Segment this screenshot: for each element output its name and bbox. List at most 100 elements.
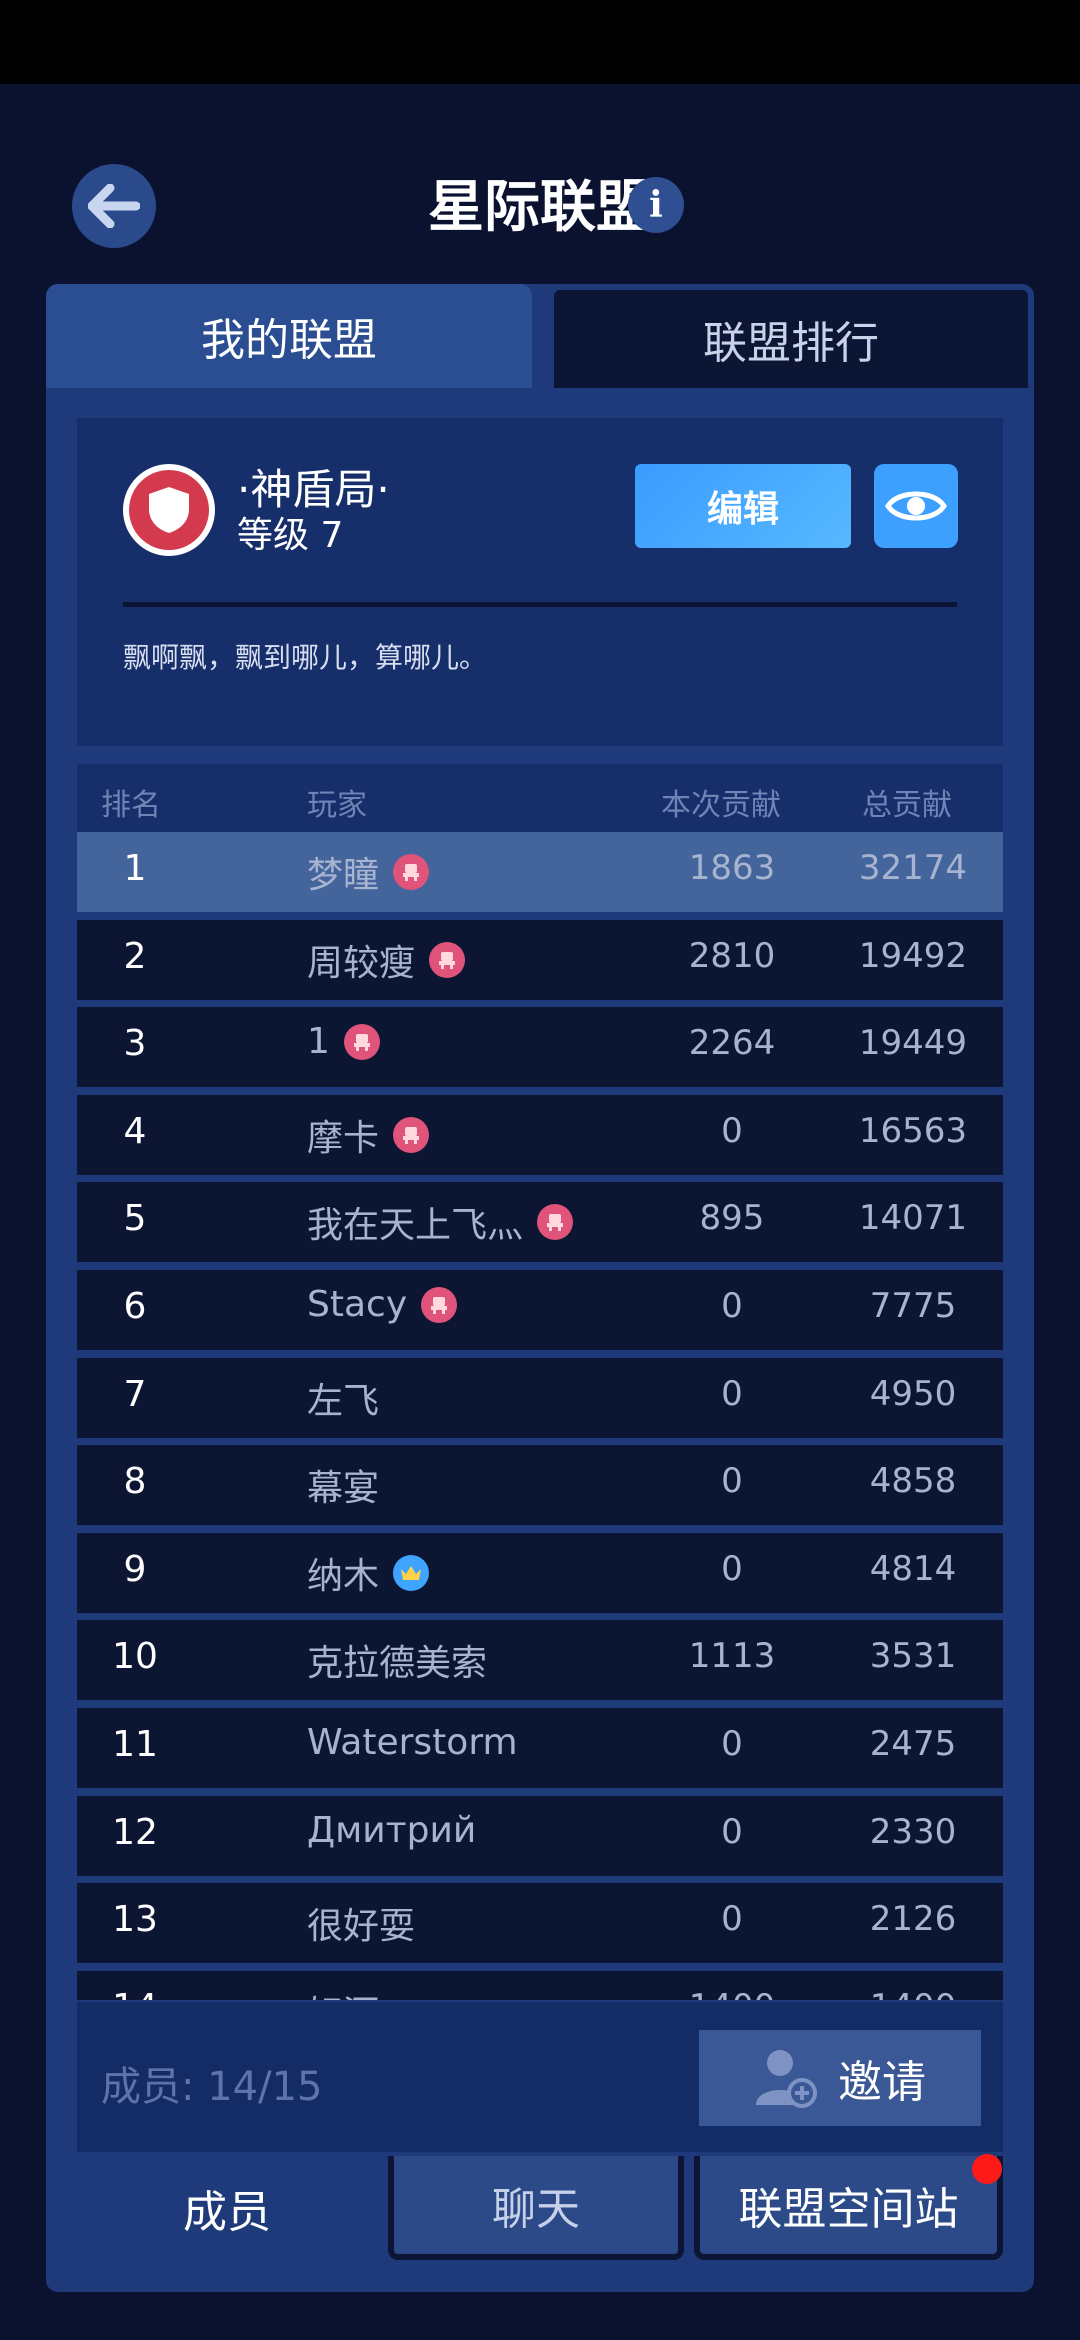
table-row[interactable]: 4 摩卡 0 16563 <box>77 1094 1003 1175</box>
row-player: 我在天上飞灬 <box>307 1196 574 1248</box>
row-rank: 6 <box>123 1286 147 1327</box>
row-rank: 7 <box>123 1373 147 1415</box>
player-name: 周较瘦 <box>307 942 416 984</box>
row-rank: 4 <box>123 1110 147 1152</box>
row-current-contribution: 2264 <box>688 1023 776 1064</box>
table-row[interactable]: 10 克拉德美索 1113 3531 <box>77 1620 1003 1701</box>
row-total-contribution: 14071 <box>858 1198 968 1239</box>
card-divider <box>123 602 957 607</box>
table-row[interactable]: 5 我在天上飞灬 895 14071 <box>77 1182 1003 1263</box>
table-row[interactable]: 11 Waterstorm 0 2475 <box>77 1708 1003 1788</box>
player-name: 我在天上飞灬 <box>307 1205 524 1247</box>
page-title: 星际联盟 <box>428 175 652 240</box>
row-total-contribution: 2475 <box>869 1724 957 1764</box>
table-row[interactable]: 12 Дмитрий 0 2330 <box>77 1795 1003 1876</box>
row-current-contribution: 0 <box>721 1899 743 1940</box>
player-name: Дмитрий <box>307 1809 477 1851</box>
table-row[interactable]: 2 周较瘦 2810 19492 <box>77 919 1003 1000</box>
tab-alliance-ranking[interactable]: 联盟排行 <box>548 284 1034 388</box>
row-rank: 13 <box>112 1899 158 1941</box>
player-name: 好酒 <box>307 1985 379 2000</box>
row-player: 左飞 <box>307 1372 379 1424</box>
header-rank: 排名 <box>101 788 161 823</box>
row-player: 摩卡 <box>307 1109 430 1161</box>
row-player: Stacy <box>307 1284 458 1325</box>
row-rank: 10 <box>112 1636 158 1678</box>
row-total-contribution: 19449 <box>858 1023 968 1064</box>
row-total-contribution: 4950 <box>869 1373 957 1414</box>
row-player: 幕宴 <box>307 1459 379 1511</box>
row-player: 周较瘦 <box>307 934 466 986</box>
member-list[interactable]: 1 梦瞳 1863 32174 2 周较瘦 2810 19492 3 1 2264 19449 4 摩卡 0… <box>77 832 1003 2000</box>
alliance-name: ·神盾局· <box>237 465 390 514</box>
header-current: 本次贡献 <box>661 788 781 823</box>
status-bar <box>0 0 1080 84</box>
header-player: 玩家 <box>307 788 367 823</box>
table-header: 排名 玩家 本次贡献 总贡献 <box>77 764 1003 832</box>
player-name: 纳木 <box>307 1555 380 1597</box>
table-row[interactable]: 9 纳木 0 4814 <box>77 1532 1003 1613</box>
tab-my-alliance[interactable]: 我的联盟 <box>46 284 532 388</box>
row-total-contribution: 7775 <box>869 1286 957 1326</box>
shield-icon <box>149 487 189 533</box>
footer-bar: 成员: 14/15 邀请 <box>77 2002 1003 2152</box>
edit-button[interactable]: 编辑 <box>635 464 851 548</box>
row-current-contribution: 0 <box>721 1373 743 1414</box>
player-name: 克拉德美索 <box>307 1643 488 1685</box>
player-name: Waterstorm <box>307 1722 518 1763</box>
table-row[interactable]: 14 好酒 1400 1400 <box>77 1970 1003 2000</box>
view-button[interactable] <box>874 464 958 548</box>
notification-dot <box>972 2154 1002 2184</box>
row-rank: 5 <box>123 1198 147 1240</box>
info-icon[interactable]: i <box>628 177 684 233</box>
eye-icon <box>885 491 947 521</box>
row-player: 1 <box>307 1021 380 1062</box>
header-total: 总贡献 <box>862 788 952 823</box>
row-total-contribution: 2330 <box>869 1811 957 1852</box>
tab-chat[interactable]: 聊天 <box>388 2156 684 2260</box>
table-row[interactable]: 1 梦瞳 1863 32174 <box>77 832 1003 912</box>
player-name: 梦瞳 <box>307 855 380 896</box>
tab-underlay <box>46 388 1034 418</box>
row-total-contribution: 19492 <box>858 935 968 976</box>
player-name: 左飞 <box>307 1380 380 1422</box>
row-player: 很好耍 <box>307 1897 415 1949</box>
elder-icon <box>393 1116 430 1153</box>
row-current-contribution: 0 <box>721 1548 743 1589</box>
elder-icon <box>537 1204 574 1241</box>
row-current-contribution: 0 <box>721 1286 743 1326</box>
row-current-contribution: 1113 <box>688 1636 776 1677</box>
row-current-contribution: 1400 <box>647 1987 817 2000</box>
row-total-contribution: 1400 <box>823 1987 1003 2000</box>
row-total-contribution: 2126 <box>869 1899 957 1940</box>
invite-button[interactable]: 邀请 <box>699 2030 981 2126</box>
invite-label: 邀请 <box>838 2057 926 2108</box>
row-total-contribution: 16563 <box>858 1110 968 1151</box>
table-row[interactable]: 13 很好耍 0 2126 <box>77 1883 1003 1964</box>
add-user-icon <box>756 2050 817 2108</box>
row-rank: 2 <box>123 935 147 977</box>
row-current-contribution: 1863 <box>688 848 776 888</box>
table-row[interactable]: 8 幕宴 0 4858 <box>77 1445 1003 1526</box>
row-current-contribution: 0 <box>721 1110 743 1151</box>
row-current-contribution: 0 <box>721 1461 743 1502</box>
row-player: Waterstorm <box>307 1722 518 1763</box>
tab-members[interactable]: 成员 <box>77 2156 377 2260</box>
row-total-contribution: 3531 <box>869 1636 957 1677</box>
row-total-contribution: 4858 <box>869 1461 957 1502</box>
table-row[interactable]: 6 Stacy 0 7775 <box>77 1270 1003 1350</box>
row-rank: 1 <box>123 848 147 889</box>
row-total-contribution: 4814 <box>869 1548 957 1589</box>
player-name: 很好耍 <box>307 1906 416 1948</box>
tab-space-station[interactable]: 联盟空间站 <box>694 2156 1003 2260</box>
row-rank: 14 <box>77 1987 193 2000</box>
table-row[interactable]: 7 左飞 0 4950 <box>77 1357 1003 1438</box>
player-name: 幕宴 <box>307 1468 380 1510</box>
crown-icon <box>393 1554 430 1591</box>
table-row[interactable]: 3 1 2264 19449 <box>77 1007 1003 1088</box>
alliance-card: ·神盾局· 等级 7 编辑 飘啊飘，飘到哪儿，算哪儿。 <box>77 418 1003 746</box>
row-player: 纳木 <box>307 1547 430 1599</box>
elder-icon <box>343 1023 380 1060</box>
alliance-motto: 飘啊飘，飘到哪儿，算哪儿。 <box>123 641 488 674</box>
row-current-contribution: 0 <box>721 1811 743 1852</box>
